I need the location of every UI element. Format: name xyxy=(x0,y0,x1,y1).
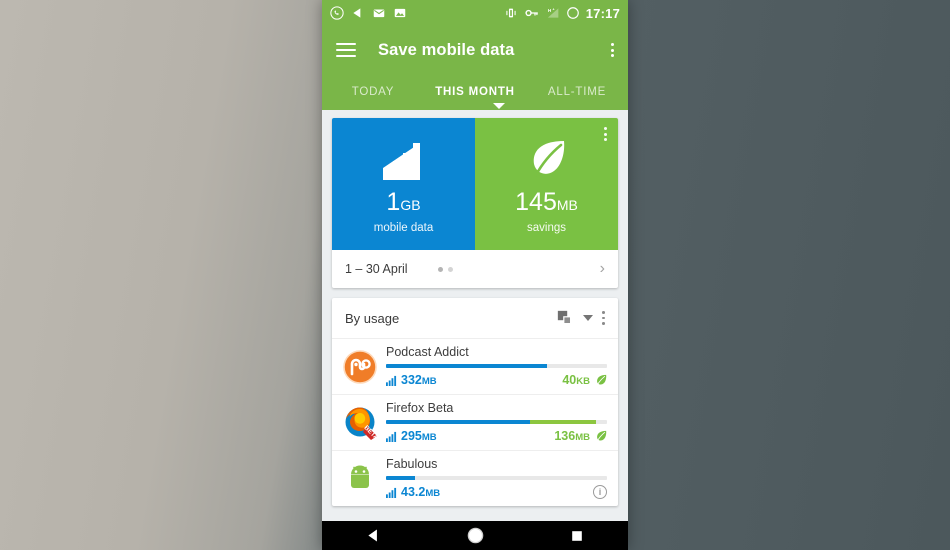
app-name: Fabulous xyxy=(386,456,438,471)
vpn-key-icon xyxy=(525,9,538,17)
mail-icon xyxy=(373,9,385,18)
home-circle-icon[interactable] xyxy=(450,526,500,545)
whatsapp-icon xyxy=(330,6,344,20)
summary-halves: 1GB mobile data 145MB savings xyxy=(332,118,618,250)
content-area: 1GB mobile data 145MB savings 1 – 30 Apr… xyxy=(322,103,628,521)
usage-value: 332MB xyxy=(386,373,437,387)
page-indicator-dots xyxy=(437,266,453,272)
photo-icon xyxy=(394,8,406,18)
summary-card[interactable]: 1GB mobile data 145MB savings 1 – 30 Apr… xyxy=(332,118,618,288)
list-item[interactable]: BETA Firefox Beta 295MB 136MB xyxy=(332,394,618,450)
signal-bars-icon xyxy=(386,375,397,386)
phone-screen: H + 17:17 Save mobile data TODAY THIS MO… xyxy=(322,0,628,550)
usage-header-label: By usage xyxy=(345,310,400,326)
firefox-beta-icon: BETA xyxy=(343,406,380,441)
list-item-metrics: 43.2MB i xyxy=(386,485,607,500)
status-bar-right-icons: H + 17:17 xyxy=(504,6,620,21)
signal-bars-icon xyxy=(381,134,427,180)
savings-value: 136MB xyxy=(554,429,607,443)
list-item[interactable]: Podcast Addict 332MB 40KB xyxy=(332,338,618,394)
leaf-icon xyxy=(524,134,570,180)
status-bar-left-icons xyxy=(330,6,407,20)
list-item-metrics: 332MB 40KB xyxy=(386,373,607,387)
usage-progress-fill xyxy=(386,420,530,425)
list-item-body: Firefox Beta 295MB 136MB xyxy=(386,400,607,443)
list-item-body: Fabulous 43.2MB i xyxy=(386,456,607,500)
overflow-menu-icon[interactable] xyxy=(611,43,614,57)
savings-value: 145MB xyxy=(515,188,578,216)
vibrate-icon xyxy=(506,8,516,18)
tab-today[interactable]: TODAY xyxy=(322,86,424,98)
podcast-addict-icon xyxy=(343,349,377,384)
status-bar-clock: 17:17 xyxy=(585,5,620,21)
list-item-metrics: 295MB 136MB xyxy=(386,429,607,443)
usage-card: By usage Podcast Addict 332MB 40KB BETA … xyxy=(332,298,618,506)
android-robot-icon xyxy=(343,462,377,496)
play-triangle-icon xyxy=(353,8,361,18)
mobile-data-value: 1GB xyxy=(386,188,421,216)
stacked-squares-icon[interactable] xyxy=(557,310,574,327)
usage-header-icons xyxy=(557,310,605,327)
svg-text:+: + xyxy=(552,8,554,12)
usage-progress-fill xyxy=(386,364,548,369)
signal-bars-icon xyxy=(386,431,397,442)
android-nav-bar xyxy=(322,521,628,550)
app-name: Firefox Beta xyxy=(386,400,454,415)
signal-bars-icon xyxy=(386,487,397,498)
usage-progress-fill xyxy=(386,476,415,481)
chevron-right-icon[interactable]: › xyxy=(600,260,605,278)
card-notch xyxy=(493,103,505,109)
usage-header: By usage xyxy=(332,298,618,338)
mobile-data-label: mobile data xyxy=(373,222,434,234)
mobile-data-panel[interactable]: 1GB mobile data xyxy=(332,118,475,250)
status-bar: H + 17:17 xyxy=(322,0,628,26)
back-triangle-icon[interactable] xyxy=(348,527,398,544)
tab-all-time[interactable]: ALL-TIME xyxy=(526,86,628,98)
summary-overflow-menu-icon[interactable] xyxy=(604,127,607,141)
list-item-body: Podcast Addict 332MB 40KB xyxy=(386,344,607,387)
tab-bar: TODAY THIS MONTH ALL-TIME xyxy=(322,74,628,110)
app-name: Podcast Addict xyxy=(386,344,469,359)
savings-value: 40KB xyxy=(562,373,607,387)
info-icon[interactable]: i xyxy=(593,485,607,500)
usage-progress-bar xyxy=(386,476,607,481)
savings-panel[interactable]: 145MB savings xyxy=(475,118,618,250)
tab-this-month[interactable]: THIS MONTH xyxy=(424,86,526,98)
chevron-down-icon[interactable] xyxy=(583,315,594,321)
page-title: Save mobile data xyxy=(378,40,515,59)
hamburger-icon[interactable] xyxy=(336,43,356,57)
usage-value: 295MB xyxy=(386,429,437,443)
date-range-label: 1 – 30 April xyxy=(345,262,408,276)
app-bar: Save mobile data xyxy=(322,26,628,74)
usage-overflow-menu-icon[interactable] xyxy=(602,311,605,325)
savings-progress-fill xyxy=(529,420,596,425)
savings-label: savings xyxy=(527,222,566,234)
alarm-circle-icon xyxy=(566,7,579,19)
usage-value: 43.2MB xyxy=(386,485,440,499)
list-item[interactable]: Fabulous 43.2MB i xyxy=(332,450,618,506)
usage-progress-bar xyxy=(386,420,607,425)
recents-square-icon[interactable] xyxy=(552,528,602,544)
date-range-row[interactable]: 1 – 30 April › xyxy=(332,250,618,288)
leaf-icon xyxy=(597,375,607,386)
leaf-icon xyxy=(597,431,607,442)
signal-hplus-icon: H + xyxy=(547,8,559,18)
svg-text:H: H xyxy=(548,8,552,13)
usage-progress-bar xyxy=(386,364,607,369)
